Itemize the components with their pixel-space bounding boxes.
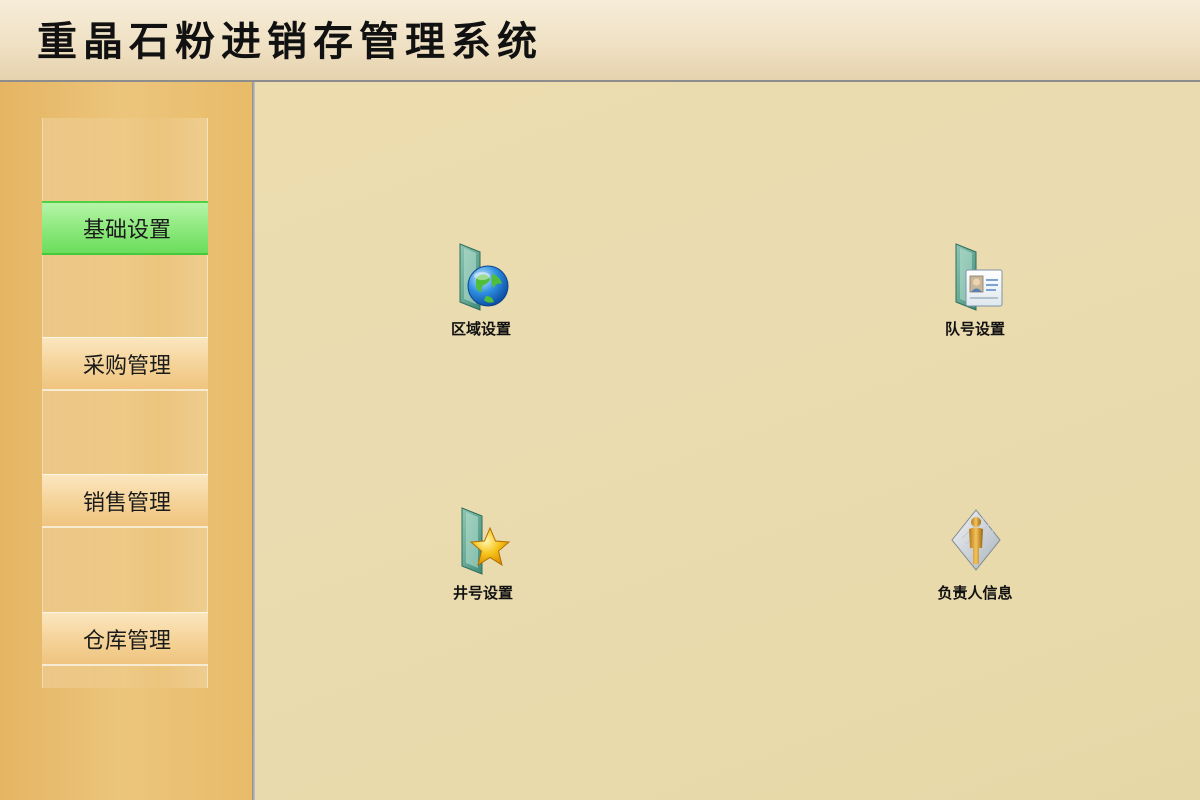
sidebar-item-sales-management[interactable]: 销售管理 — [42, 474, 208, 528]
folder-star-icon — [452, 504, 514, 576]
folder-globe-icon — [450, 240, 512, 312]
header-bar: 重晶石粉进销存管理系统 — [0, 0, 1200, 82]
app-window: 重晶石粉进销存管理系统 基础设置 采购管理 销售管理 仓库管理 区域设置 队号设… — [0, 0, 1200, 800]
tile-well-number-settings[interactable]: 井号设置 — [418, 504, 548, 603]
tile-person-in-charge-info[interactable]: 负责人信息 — [910, 504, 1040, 603]
sidebar-item-purchase-management[interactable]: 采购管理 — [42, 337, 208, 391]
tile-region-settings[interactable]: 区域设置 — [416, 240, 546, 339]
sidebar-item-warehouse-management[interactable]: 仓库管理 — [42, 612, 208, 666]
tile-label: 队号设置 — [944, 320, 1005, 338]
sidebar-item-basic-settings[interactable]: 基础设置 — [42, 201, 208, 255]
main-content: 区域设置 队号设置 井号设置 负责人信息 — [255, 82, 1200, 800]
tile-label: 区域设置 — [450, 320, 511, 338]
sidebar-item-label: 采购管理 — [82, 353, 171, 379]
folder-contact-card-icon — [944, 240, 1006, 312]
app-title: 重晶石粉进销存管理系统 — [37, 19, 543, 65]
tile-label: 负责人信息 — [937, 584, 1013, 602]
tile-label: 井号设置 — [452, 584, 513, 602]
sidebar-item-label: 仓库管理 — [82, 628, 171, 654]
tile-team-number-settings[interactable]: 队号设置 — [910, 240, 1040, 339]
sidebar-item-label: 销售管理 — [82, 490, 171, 516]
person-document-icon — [944, 504, 1006, 576]
sidebar-item-label: 基础设置 — [82, 218, 171, 243]
